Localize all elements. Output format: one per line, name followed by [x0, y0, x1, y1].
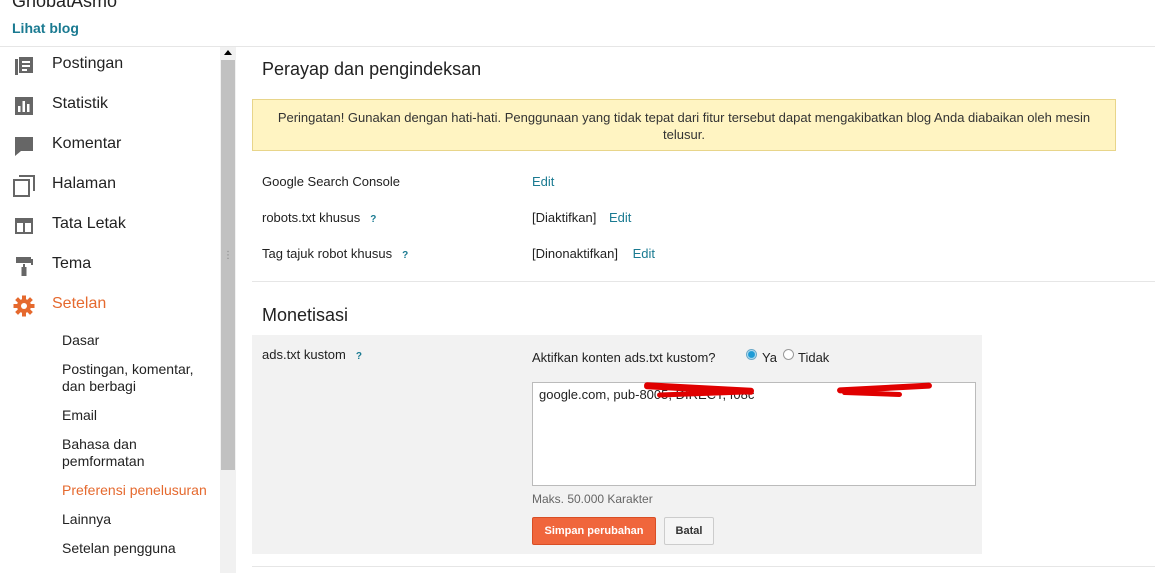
sidebar-item-statistik[interactable]: Statistik	[0, 87, 220, 123]
main-content: Perayap dan pengindeksan Peringatan! Gun…	[237, 47, 1155, 573]
subnav-lainnya[interactable]: Lainnya	[62, 511, 212, 528]
ads-txt-question: Aktifkan konten ads.txt kustom?	[532, 350, 716, 365]
help-icon[interactable]: ?	[402, 250, 408, 261]
cancel-button[interactable]: Batal	[664, 517, 714, 545]
monetization-section-title: Monetisasi	[262, 305, 349, 325]
google-search-console-value: Edit	[532, 174, 554, 189]
sidebar-item-tata-letak[interactable]: Tata Letak	[0, 207, 220, 243]
sidebar-item-label: Halaman	[52, 175, 117, 192]
robots-header-tags-value: [Dinonaktifkan] Edit	[532, 246, 655, 261]
subnav-preferensi-penelusuran[interactable]: Preferensi penelusuran	[62, 482, 212, 499]
subnav-dasar[interactable]: Dasar	[62, 332, 212, 349]
subnav-bahasa[interactable]: Bahasa dan pemformatan	[62, 436, 212, 470]
max-characters-note: Maks. 50.000 Karakter	[532, 492, 653, 506]
ads-txt-panel: ads.txt kustom? Aktifkan konten ads.txt …	[252, 335, 982, 554]
sidebar-item-komentar[interactable]: Komentar	[0, 127, 220, 163]
sidebar-item-halaman[interactable]: Halaman	[0, 167, 220, 203]
robots-header-tags-label: Tag tajuk robot khusus?	[262, 246, 408, 261]
scroll-thumb[interactable]	[221, 60, 235, 470]
ads-txt-label-text: ads.txt kustom	[262, 347, 346, 362]
header: GhobatAsmo Lihat blog	[0, 0, 1155, 47]
robots-header-tags-status: [Dinonaktifkan]	[532, 246, 618, 261]
help-icon[interactable]: ?	[356, 351, 362, 362]
section-divider	[252, 281, 1155, 282]
robots-header-tags-edit-link[interactable]: Edit	[633, 246, 655, 261]
paint-roller-icon	[16, 257, 33, 276]
sidebar-item-postingan[interactable]: Postingan	[0, 47, 220, 83]
subnav-email[interactable]: Email	[62, 407, 212, 424]
blog-name: GhobatAsmo	[12, 0, 118, 11]
sidebar-item-label: Statistik	[52, 95, 109, 112]
view-blog-link[interactable]: Lihat blog	[12, 20, 79, 36]
help-icon[interactable]: ?	[370, 214, 376, 225]
radio-ya-label[interactable]: Ya	[762, 350, 777, 365]
robots-header-tags-label-text: Tag tajuk robot khusus	[262, 246, 393, 261]
robots-txt-label-text: robots.txt khusus	[262, 210, 361, 225]
ads-txt-textarea[interactable]: google.com, pub-8005, DIRECT, f08c	[532, 382, 976, 486]
sidebar-item-label: Tema	[52, 255, 92, 272]
scroll-up-arrow-icon[interactable]	[220, 47, 236, 59]
save-button[interactable]: Simpan perubahan	[532, 517, 656, 545]
pages-icon	[13, 175, 35, 197]
google-search-console-label: Google Search Console	[262, 174, 401, 189]
radio-tidak-label[interactable]: Tidak	[798, 350, 829, 365]
sidebar-item-label: Postingan	[52, 55, 124, 72]
sidebar-item-label: Tata Letak	[52, 215, 126, 232]
radio-tidak[interactable]	[783, 349, 794, 360]
crawling-section-title: Perayap dan pengindeksan	[262, 59, 482, 79]
radio-ya[interactable]	[746, 349, 757, 360]
ads-txt-label: ads.txt kustom?	[262, 347, 362, 362]
warning-banner: Peringatan! Gunakan dengan hati-hati. Pe…	[252, 99, 1116, 151]
comment-icon	[15, 137, 33, 156]
subnav-setelan-pengguna[interactable]: Setelan pengguna	[62, 540, 212, 557]
subnav-postingan-komentar[interactable]: Postingan, komentar, dan berbagi	[62, 361, 212, 395]
sidebar-scrollbar[interactable]	[220, 47, 236, 573]
sidebar-item-tema[interactable]: Tema	[0, 247, 220, 283]
gear-icon	[13, 295, 35, 317]
sidebar-item-label: Setelan	[52, 295, 107, 312]
layout-icon	[15, 218, 33, 234]
robots-txt-value: [Diaktifkan] Edit	[532, 210, 631, 225]
section-divider	[252, 566, 1155, 567]
google-search-console-edit-link[interactable]: Edit	[532, 174, 554, 189]
sidebar-item-label: Komentar	[52, 135, 122, 152]
robots-txt-label: robots.txt khusus?	[262, 210, 376, 225]
stats-icon	[15, 97, 33, 115]
robots-txt-edit-link[interactable]: Edit	[609, 210, 631, 225]
sidebar-item-setelan[interactable]: Setelan	[0, 287, 220, 323]
posts-icon	[15, 57, 33, 75]
sidebar: Postingan Statistik Komentar Halaman Tat…	[0, 47, 220, 573]
resize-grip-icon[interactable]: ⋮	[223, 250, 233, 261]
robots-txt-status: [Diaktifkan]	[532, 210, 597, 225]
